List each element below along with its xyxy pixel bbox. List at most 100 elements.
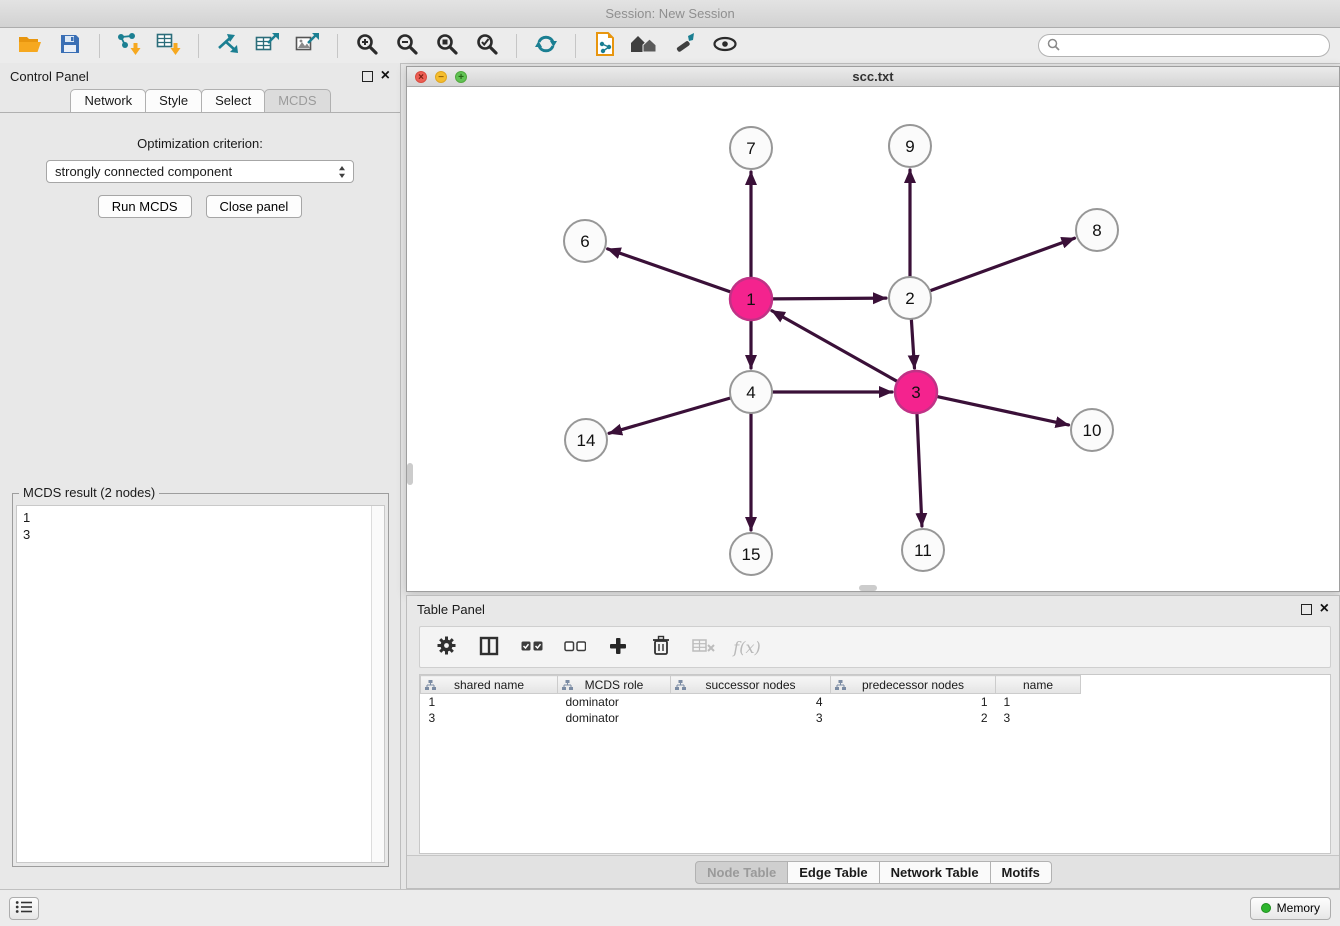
- node-9[interactable]: 9: [889, 125, 931, 167]
- svg-text:3: 3: [911, 383, 920, 402]
- search-box[interactable]: [1038, 34, 1330, 57]
- memory-label: Memory: [1277, 901, 1320, 915]
- network-canvas[interactable]: 1 2 3 4 6 7 8 9 10 11 14 15: [407, 88, 1339, 591]
- edge-2-3[interactable]: [911, 319, 914, 368]
- home-button[interactable]: [625, 31, 665, 61]
- export-table-button[interactable]: [248, 31, 288, 61]
- svg-text:1: 1: [746, 290, 755, 309]
- show-column-button[interactable]: [475, 632, 503, 662]
- node-table: shared name MCDS role successor nodes pr…: [420, 675, 1330, 726]
- edge-3-1[interactable]: [772, 311, 898, 382]
- node-15[interactable]: 15: [730, 533, 772, 575]
- run-mcds-button[interactable]: Run MCDS: [98, 195, 192, 218]
- edge-1-6[interactable]: [608, 249, 732, 292]
- toolbar-separator: [99, 34, 100, 58]
- float-panel-icon[interactable]: [362, 71, 373, 82]
- table-cell: 3: [996, 710, 1081, 726]
- node-7[interactable]: 7: [730, 127, 772, 169]
- vertical-scrollbar-thumb[interactable]: [407, 463, 413, 485]
- node-1[interactable]: 1: [730, 278, 772, 320]
- clone-network-button[interactable]: [585, 31, 625, 61]
- column-header-successor-nodes[interactable]: successor nodes: [671, 676, 831, 694]
- node-6[interactable]: 6: [564, 220, 606, 262]
- table-row[interactable]: 1dominator411: [421, 694, 1331, 710]
- show-hide-button[interactable]: [705, 31, 745, 61]
- memory-button[interactable]: Memory: [1250, 897, 1331, 920]
- edge-1-2[interactable]: [772, 298, 886, 299]
- column-type-icon: [835, 680, 846, 694]
- gear-icon: [436, 635, 457, 659]
- export-network-button[interactable]: [208, 31, 248, 61]
- column-header-name[interactable]: name: [996, 676, 1081, 694]
- table-header-row: shared name MCDS role successor nodes pr…: [421, 676, 1331, 694]
- home-icon: [630, 33, 660, 58]
- zoom-in-icon: [355, 32, 379, 59]
- open-session-button[interactable]: [10, 31, 50, 61]
- zoom-in-button[interactable]: [347, 31, 387, 61]
- horizontal-scrollbar-thumb[interactable]: [859, 585, 877, 591]
- zoom-fit-button[interactable]: [427, 31, 467, 61]
- close-table-panel-icon[interactable]: ×: [1320, 601, 1329, 617]
- svg-text:14: 14: [577, 431, 596, 450]
- tab-style[interactable]: Style: [145, 89, 202, 112]
- document-network-icon: [593, 31, 617, 60]
- tab-node-table[interactable]: Node Table: [695, 861, 788, 884]
- table-cell: dominator: [558, 694, 671, 710]
- column-header-predecessor-nodes[interactable]: predecessor nodes: [831, 676, 996, 694]
- window-close-icon[interactable]: ×: [415, 71, 427, 83]
- edge-3-10[interactable]: [937, 396, 1069, 425]
- window-minimize-icon[interactable]: −: [435, 71, 447, 83]
- select-all-button[interactable]: [518, 632, 546, 662]
- refresh-icon: [534, 32, 558, 59]
- import-network-button[interactable]: [109, 31, 149, 61]
- tab-edge-table[interactable]: Edge Table: [787, 861, 879, 884]
- close-mcds-panel-button[interactable]: Close panel: [206, 195, 303, 218]
- float-table-panel-icon[interactable]: [1301, 604, 1312, 615]
- optimization-select[interactable]: strongly connected component: [46, 160, 354, 183]
- memory-status-icon: [1261, 903, 1271, 913]
- import-table-button[interactable]: [149, 31, 189, 61]
- table-settings-button[interactable]: [432, 632, 460, 662]
- node-2[interactable]: 2: [889, 277, 931, 319]
- edge-3-11[interactable]: [917, 413, 922, 526]
- network-window: × − + scc.txt 1 2 3 4 6 7 8 9 10 11 14 15: [406, 66, 1340, 592]
- tab-network-table[interactable]: Network Table: [879, 861, 991, 884]
- window-zoom-icon[interactable]: +: [455, 71, 467, 83]
- delete-column-button[interactable]: [647, 632, 675, 662]
- edge-4-14[interactable]: [609, 398, 731, 433]
- tab-network[interactable]: Network: [70, 89, 146, 112]
- function-builder-button[interactable]: f(x): [733, 632, 761, 662]
- tab-select[interactable]: Select: [201, 89, 265, 112]
- node-8[interactable]: 8: [1076, 209, 1118, 251]
- table-row[interactable]: 3dominator323: [421, 710, 1331, 726]
- node-11[interactable]: 11: [902, 529, 944, 571]
- column-header-mcds-role[interactable]: MCDS role: [558, 676, 671, 694]
- delete-table-button[interactable]: [690, 632, 718, 662]
- node-3[interactable]: 3: [895, 371, 937, 413]
- search-input[interactable]: [1065, 38, 1321, 53]
- task-history-button[interactable]: [9, 897, 39, 920]
- result-scrollbar[interactable]: [371, 506, 384, 862]
- edge-2-8[interactable]: [930, 238, 1075, 291]
- export-image-button[interactable]: [288, 31, 328, 61]
- tab-mcds[interactable]: MCDS: [264, 89, 330, 112]
- save-session-button[interactable]: [50, 31, 90, 61]
- style-brush-button[interactable]: [665, 31, 705, 61]
- mcds-result-list: 13: [17, 506, 371, 862]
- column-header-shared-name[interactable]: shared name: [421, 676, 558, 694]
- deselect-all-button[interactable]: [561, 632, 589, 662]
- node-4[interactable]: 4: [730, 371, 772, 413]
- zoom-out-button[interactable]: [387, 31, 427, 61]
- zoom-selected-button[interactable]: [467, 31, 507, 61]
- add-column-button[interactable]: [604, 632, 632, 662]
- node-10[interactable]: 10: [1071, 409, 1113, 451]
- apply-layout-button[interactable]: [526, 31, 566, 61]
- unchecked-boxes-icon: [564, 640, 586, 655]
- table-cell: 4: [671, 694, 831, 710]
- close-panel-icon[interactable]: ×: [381, 68, 390, 84]
- node-14[interactable]: 14: [565, 419, 607, 461]
- table-panel-title: Table Panel: [417, 602, 485, 617]
- plus-icon: [609, 637, 627, 658]
- network-window-title: scc.txt: [407, 69, 1339, 84]
- tab-motifs[interactable]: Motifs: [990, 861, 1052, 884]
